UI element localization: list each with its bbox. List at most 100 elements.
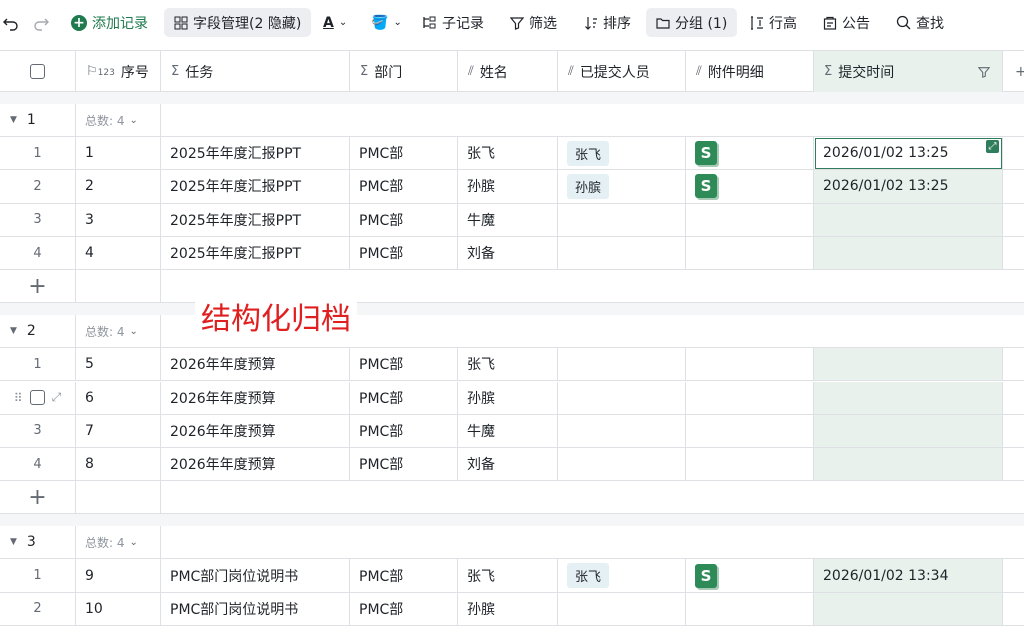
field-manage-button[interactable]: 字段管理(2 隐藏) bbox=[164, 8, 312, 37]
column-header-attachment[interactable]: ⫽ 附件明细 bbox=[686, 51, 814, 92]
cell-task[interactable]: 2026年年度预算 bbox=[161, 414, 350, 449]
table-row[interactable]: 4 4 2025年年度汇报PPT PMC部 刘备 bbox=[0, 236, 1024, 271]
cell-name[interactable]: 牛魔 bbox=[458, 414, 558, 449]
cell-time[interactable] bbox=[814, 592, 1003, 626]
cell-attach[interactable] bbox=[686, 236, 814, 271]
cell-task[interactable]: 2026年年度预算 bbox=[161, 381, 350, 415]
cell-submitted[interactable]: 张飞 bbox=[558, 559, 686, 593]
table-row[interactable]: 4 8 2026年年度预算 PMC部 刘备 bbox=[0, 448, 1024, 482]
cell-task[interactable]: 2026年年度预算 bbox=[161, 448, 350, 482]
add-row[interactable]: + bbox=[0, 270, 1024, 304]
cell-task[interactable]: 2025年年度汇报PPT bbox=[161, 137, 350, 171]
expand-cell-icon[interactable]: ⤢ bbox=[986, 140, 999, 153]
cell-seq[interactable]: 6 bbox=[76, 381, 161, 415]
cell-name[interactable]: 刘备 bbox=[458, 236, 558, 271]
select-all-checkbox[interactable] bbox=[30, 64, 45, 79]
add-record-button[interactable]: + 添加记录 bbox=[71, 8, 148, 37]
search-button[interactable]: 查找 bbox=[896, 8, 944, 37]
cell-attach[interactable] bbox=[686, 592, 814, 626]
cell-seq[interactable]: 9 bbox=[76, 559, 161, 593]
cell-dept[interactable]: PMC部 bbox=[350, 448, 458, 482]
cell-dept[interactable]: PMC部 bbox=[350, 559, 458, 593]
add-row-button[interactable]: + bbox=[0, 270, 76, 304]
cell-name[interactable]: 牛魔 bbox=[458, 203, 558, 237]
cell-extra[interactable] bbox=[1003, 559, 1024, 593]
add-column-button[interactable]: + bbox=[1003, 51, 1024, 92]
cell-submitted[interactable] bbox=[558, 448, 686, 482]
cell-dept[interactable]: PMC部 bbox=[350, 348, 458, 382]
row-checkbox[interactable] bbox=[29, 390, 45, 406]
cell-idx[interactable]: 3 bbox=[0, 203, 76, 237]
cell-idx[interactable]: 4 bbox=[0, 236, 76, 271]
column-header-dept[interactable]: Σ 部门 bbox=[350, 51, 458, 92]
add-row-button[interactable]: + bbox=[0, 481, 76, 515]
cell-extra[interactable] bbox=[1003, 414, 1024, 449]
cell-idx[interactable]: 1 bbox=[0, 559, 76, 593]
cell-seq[interactable]: 4 bbox=[76, 236, 161, 271]
cell-dept[interactable]: PMC部 bbox=[350, 170, 458, 204]
group-toggle[interactable]: ▼ 1 bbox=[0, 104, 76, 137]
cell-submitted[interactable] bbox=[558, 348, 686, 382]
sub-record-button[interactable]: 子记录 bbox=[422, 8, 484, 37]
cell-task[interactable]: 2025年年度汇报PPT bbox=[161, 236, 350, 271]
add-row[interactable]: + bbox=[0, 481, 1024, 515]
fill-color-button[interactable]: 🪣 ⌄ bbox=[371, 8, 402, 37]
notice-button[interactable]: 公告 bbox=[823, 8, 870, 37]
redo-button[interactable] bbox=[33, 8, 49, 37]
cell-extra[interactable] bbox=[1003, 448, 1024, 482]
group-header[interactable]: ▼ 3 总数: 4 ⌄ bbox=[0, 526, 1024, 560]
cell-attach[interactable] bbox=[686, 448, 814, 482]
cell-idx[interactable]: 2 bbox=[0, 170, 76, 204]
cell-name[interactable]: 张飞 bbox=[458, 137, 558, 171]
cell-task[interactable]: 2025年年度汇报PPT bbox=[161, 203, 350, 237]
cell-task[interactable]: PMC部门岗位说明书 bbox=[161, 592, 350, 626]
cell-extra[interactable] bbox=[1003, 203, 1024, 237]
undo-button[interactable] bbox=[3, 8, 19, 37]
cell-task[interactable]: PMC部门岗位说明书 bbox=[161, 559, 350, 593]
cell-seq[interactable]: 7 bbox=[76, 414, 161, 449]
table-row[interactable]: 1 1 2025年年度汇报PPT PMC部 张飞 张飞 S 2026/01/02 13:25 ⤢ bbox=[0, 137, 1024, 171]
cell-extra[interactable] bbox=[1003, 170, 1024, 204]
cell-dept[interactable]: PMC部 bbox=[350, 137, 458, 171]
cell-time[interactable] bbox=[814, 381, 1003, 415]
cell-name[interactable]: 孙膑 bbox=[458, 381, 558, 415]
cell-attach[interactable]: S bbox=[686, 559, 814, 593]
cell-time[interactable] bbox=[814, 203, 1003, 237]
cell-extra[interactable] bbox=[1003, 137, 1024, 171]
filter-button[interactable]: 筛选 bbox=[510, 8, 557, 37]
cell-submitted[interactable]: 孙膑 bbox=[558, 170, 686, 204]
spreadsheet-file-icon[interactable]: S bbox=[695, 174, 717, 199]
cell-idx[interactable]: 1 bbox=[0, 137, 76, 171]
cell-extra[interactable] bbox=[1003, 381, 1024, 415]
cell-name[interactable]: 孙膑 bbox=[458, 592, 558, 626]
cell-submitted[interactable] bbox=[558, 592, 686, 626]
cell-attach[interactable] bbox=[686, 414, 814, 449]
cell-submitted[interactable] bbox=[558, 381, 686, 415]
column-header-task[interactable]: Σ 任务 bbox=[161, 51, 350, 92]
cell-seq[interactable]: 2 bbox=[76, 170, 161, 204]
spreadsheet-file-icon[interactable]: S bbox=[695, 563, 717, 588]
cell-time[interactable] bbox=[814, 348, 1003, 382]
cell-time[interactable] bbox=[814, 236, 1003, 271]
cell-time[interactable]: 2026/01/02 13:34 bbox=[814, 559, 1003, 593]
cell-attach[interactable] bbox=[686, 381, 814, 415]
table-row[interactable]: 3 3 2025年年度汇报PPT PMC部 牛魔 bbox=[0, 203, 1024, 237]
column-header-seq[interactable]: ⚐123 序号 bbox=[76, 51, 161, 92]
expand-record-icon[interactable]: ⤢ bbox=[52, 390, 62, 405]
cell-attach[interactable]: S bbox=[686, 137, 814, 171]
cell-submitted[interactable] bbox=[558, 236, 686, 271]
cell-name[interactable]: 刘备 bbox=[458, 448, 558, 482]
cell-attach[interactable]: S bbox=[686, 170, 814, 204]
cell-attach[interactable] bbox=[686, 348, 814, 382]
filter-icon[interactable] bbox=[978, 66, 990, 78]
sort-button[interactable]: 排序 bbox=[584, 8, 631, 37]
cell-task[interactable]: 2026年年度预算 bbox=[161, 348, 350, 382]
group-header[interactable]: ▼ 2 总数: 4 ⌄ bbox=[0, 315, 1024, 349]
group-count[interactable]: 总数: 4 ⌄ bbox=[76, 104, 161, 137]
cell-idx[interactable]: 2 bbox=[0, 592, 76, 626]
cell-dept[interactable]: PMC部 bbox=[350, 203, 458, 237]
cell-time[interactable]: 2026/01/02 13:25 bbox=[814, 170, 1003, 204]
cell-time[interactable] bbox=[814, 414, 1003, 449]
drag-handle-icon[interactable]: ⠿ bbox=[14, 391, 23, 405]
table-row[interactable]: ⠿ ⤢ 6 2026年年度预算 PMC部 孙膑 bbox=[0, 381, 1024, 415]
